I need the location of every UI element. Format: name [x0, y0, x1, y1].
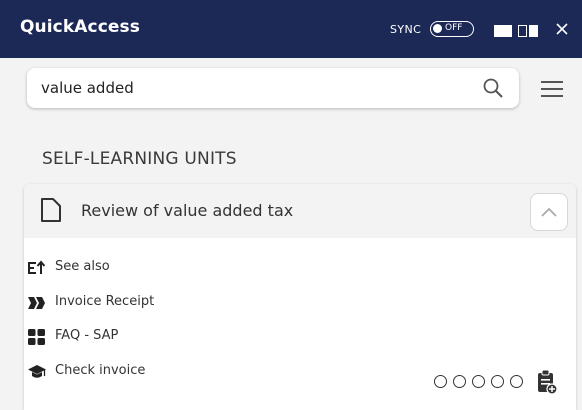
graduation-cap-icon [28, 363, 46, 381]
close-icon[interactable] [555, 21, 569, 35]
list-item-faq-sap[interactable]: FAQ - SAP [24, 325, 174, 349]
split-view-icon[interactable] [518, 25, 538, 37]
list-item-label: See also [55, 259, 110, 274]
hamburger-menu-icon[interactable] [540, 79, 564, 99]
section-heading: SELF-LEARNING UNITS [42, 149, 237, 169]
rating-circle-4[interactable] [491, 375, 504, 388]
card-header[interactable]: Review of value added tax [24, 184, 576, 238]
sync-state-text: OFF [445, 23, 463, 33]
list-item-check-invoice[interactable]: Check invoice [24, 360, 194, 384]
app-title: QuickAccess [20, 17, 140, 37]
search-input[interactable] [41, 76, 471, 100]
rating-circle-2[interactable] [453, 375, 466, 388]
list-item-label: FAQ - SAP [55, 328, 119, 343]
search-icon[interactable] [482, 77, 504, 99]
process-chevrons-icon [28, 294, 46, 312]
rating-circle-3[interactable] [472, 375, 485, 388]
quickaccess-window: QuickAccess SYNC OFF value added SELF-LE… [0, 0, 582, 410]
card-title: Review of value added tax [81, 201, 294, 220]
search-box [27, 68, 519, 108]
document-icon [40, 197, 62, 223]
rating-circle-1[interactable] [434, 375, 447, 388]
sync-toggle-knob [433, 24, 442, 33]
list-item-see-also[interactable]: See also [24, 256, 184, 280]
collapse-button[interactable] [530, 193, 568, 231]
see-also-icon [28, 259, 46, 277]
rating-circle-5[interactable] [510, 375, 523, 388]
learning-unit-card: Review of value added tax See also Invoi… [24, 184, 576, 410]
full-view-icon[interactable] [494, 25, 512, 37]
clipboard-add-icon[interactable] [536, 369, 558, 395]
grid-icon [28, 328, 46, 346]
sync-label: SYNC [390, 23, 422, 36]
list-item-label: Invoice Receipt [55, 294, 155, 309]
list-item-label: Check invoice [55, 363, 146, 378]
split-view-left-pane [518, 25, 527, 37]
title-bar: QuickAccess SYNC OFF [0, 0, 582, 58]
sync-toggle[interactable]: OFF [430, 21, 474, 37]
list-item-invoice-receipt[interactable]: Invoice Receipt [24, 291, 194, 315]
split-view-right-pane [529, 25, 538, 37]
chevron-up-icon [541, 207, 557, 217]
